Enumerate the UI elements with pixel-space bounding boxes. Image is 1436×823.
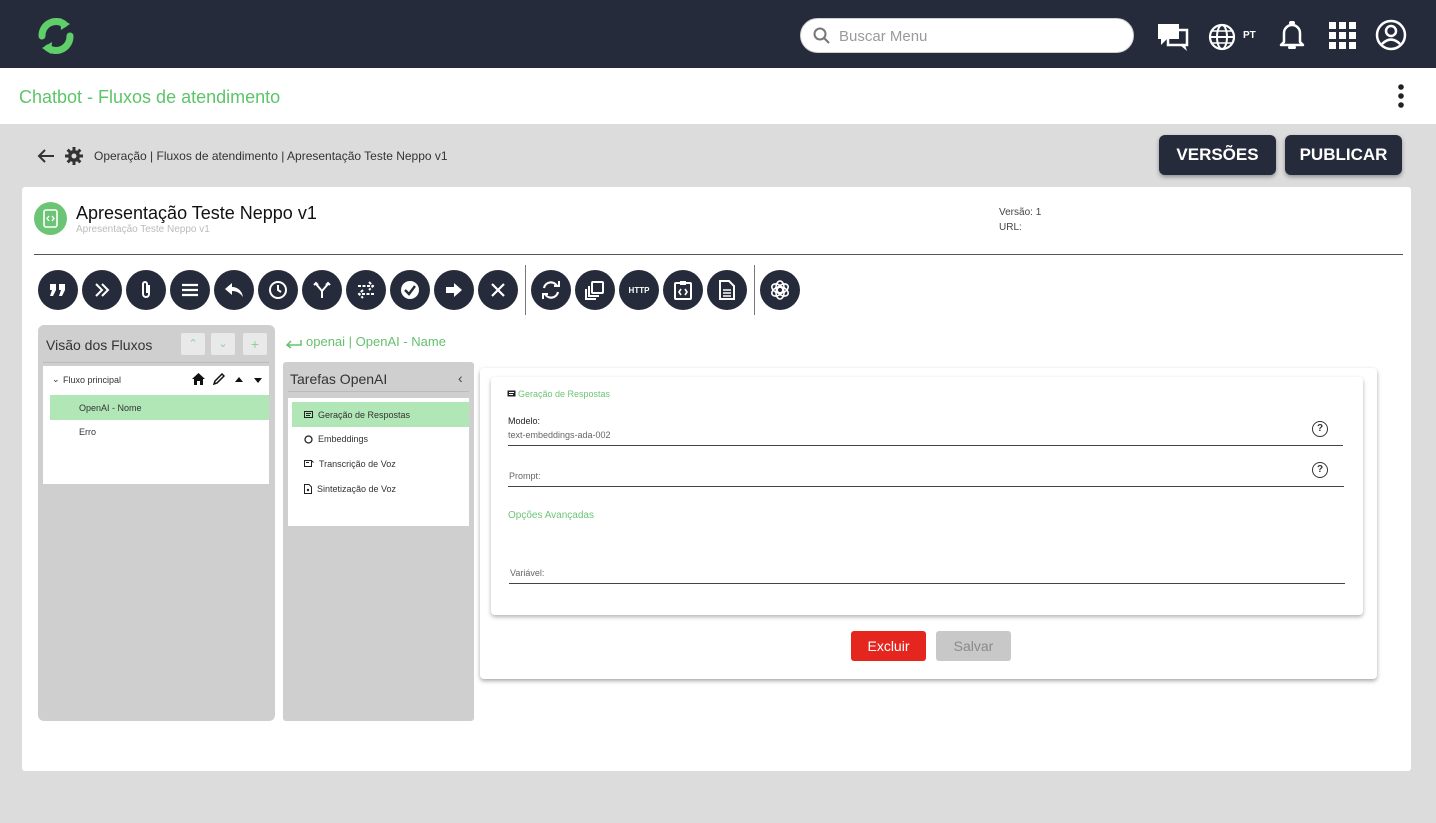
task-label: Sintetização de Voz [317, 484, 397, 494]
reply-icon[interactable] [214, 270, 254, 310]
variable-field[interactable]: Variável: [510, 568, 544, 578]
fork-icon[interactable] [302, 270, 342, 310]
url-label: URL: [999, 222, 1022, 233]
page-title: Chatbot - Fluxos de atendimento [19, 87, 281, 107]
file-audio-icon [304, 484, 312, 494]
tree-item-erro[interactable]: Erro [79, 427, 96, 437]
tree-item-openai[interactable]: OpenAI - Nome [79, 403, 142, 413]
apps-grid-icon[interactable] [1329, 22, 1356, 49]
return-arrow-icon[interactable] [286, 339, 302, 349]
sync-icon[interactable] [531, 270, 571, 310]
divider [43, 362, 269, 363]
flow-title: Apresentação Teste Neppo v1 [76, 203, 317, 223]
copy-icon[interactable] [575, 270, 615, 310]
prompt-underline [508, 486, 1344, 487]
help-icon[interactable]: ? [1312, 421, 1328, 437]
variable-underline [509, 583, 1345, 584]
task-item[interactable]: Sintetização de Voz [304, 484, 396, 494]
advanced-options-toggle[interactable]: Opções Avançadas [508, 510, 594, 521]
search-icon [813, 27, 830, 44]
task-label: Transcrição de Voz [319, 459, 396, 469]
versions-button[interactable]: VERSÕES [1159, 135, 1276, 175]
http-icon[interactable]: HTTP [619, 270, 659, 310]
move-up-button[interactable]: ⌃ [181, 333, 205, 355]
more-options-icon[interactable] [1396, 83, 1406, 109]
task-item[interactable]: Transcrição de Voz [304, 459, 396, 469]
task-label: Embeddings [318, 434, 369, 444]
http-label: HTTP [628, 285, 650, 295]
home-icon[interactable] [192, 373, 205, 385]
move-down-button[interactable]: ⌄ [211, 333, 235, 355]
chat-icon[interactable] [1157, 22, 1189, 52]
attachment-icon[interactable] [126, 270, 166, 310]
code-clipboard-icon[interactable] [663, 270, 703, 310]
check-icon[interactable] [390, 270, 430, 310]
page-header: Chatbot - Fluxos de atendimento [0, 68, 1436, 124]
top-bar: PT [0, 0, 1436, 68]
tasks-panel-title: Tarefas OpenAI [290, 371, 388, 387]
tree-root-label[interactable]: Fluxo principal [63, 375, 121, 385]
chevron-down-icon[interactable]: ⌄ [52, 374, 60, 385]
menu-icon[interactable] [170, 270, 210, 310]
task-label: Geração de Respostas [318, 410, 411, 420]
search-box[interactable] [800, 18, 1134, 53]
bell-icon[interactable] [1278, 20, 1306, 50]
gear-icon[interactable] [65, 147, 83, 165]
language-label[interactable]: PT [1243, 30, 1256, 41]
toolbar-separator [525, 265, 526, 315]
user-account-icon[interactable] [1375, 19, 1407, 51]
task-item[interactable]: Embeddings [304, 434, 368, 444]
app-logo[interactable] [34, 14, 78, 58]
caret-up-icon[interactable] [235, 377, 243, 382]
breadcrumb: Operação | Fluxos de atendimento | Apres… [94, 149, 448, 163]
flow-icon [34, 202, 67, 235]
openai-icon[interactable] [760, 270, 800, 310]
task-item[interactable]: Geração de Respostas [304, 410, 410, 420]
globe-icon[interactable] [1208, 23, 1236, 51]
quote-icon[interactable] [38, 270, 78, 310]
flows-panel-title: Visão dos Fluxos [46, 337, 153, 353]
publish-button[interactable]: PUBLICAR [1285, 135, 1402, 175]
task-form [491, 377, 1363, 615]
model-label: Modelo: [508, 416, 541, 426]
divider [34, 254, 1403, 255]
form-section-title: Geração de Respostas [518, 389, 611, 399]
swap-icon[interactable] [346, 270, 386, 310]
voice-transcript-icon [304, 459, 314, 467]
version-label: Versão: 1 [999, 207, 1042, 218]
model-field[interactable]: text-embeddings-ada-002 [508, 430, 611, 440]
divider [288, 391, 469, 392]
double-chevron-icon[interactable] [82, 270, 122, 310]
prompt-field[interactable]: Prompt: [509, 471, 541, 481]
close-icon[interactable] [478, 270, 518, 310]
add-flow-button[interactable]: + [243, 333, 267, 355]
edit-icon[interactable] [213, 373, 225, 385]
caret-down-icon[interactable] [254, 378, 262, 383]
clock-icon[interactable] [258, 270, 298, 310]
document-icon[interactable] [707, 270, 747, 310]
delete-button[interactable]: Excluir [851, 631, 926, 661]
chat-lines-icon [304, 410, 313, 418]
toolbar-separator [754, 265, 755, 315]
back-arrow-icon[interactable] [37, 148, 55, 164]
search-input[interactable] [839, 26, 1119, 46]
arrow-right-icon[interactable] [434, 270, 474, 310]
circle-icon [304, 434, 313, 444]
flow-subtitle: Apresentação Teste Neppo v1 [76, 224, 210, 235]
collapse-chevron-icon[interactable]: ‹ [458, 370, 463, 386]
node-back-link[interactable]: openai | OpenAI - Name [306, 334, 446, 349]
save-button[interactable]: Salvar [936, 631, 1011, 661]
chat-lines-icon [507, 390, 516, 397]
model-underline [508, 445, 1343, 446]
help-icon[interactable]: ? [1312, 462, 1328, 478]
